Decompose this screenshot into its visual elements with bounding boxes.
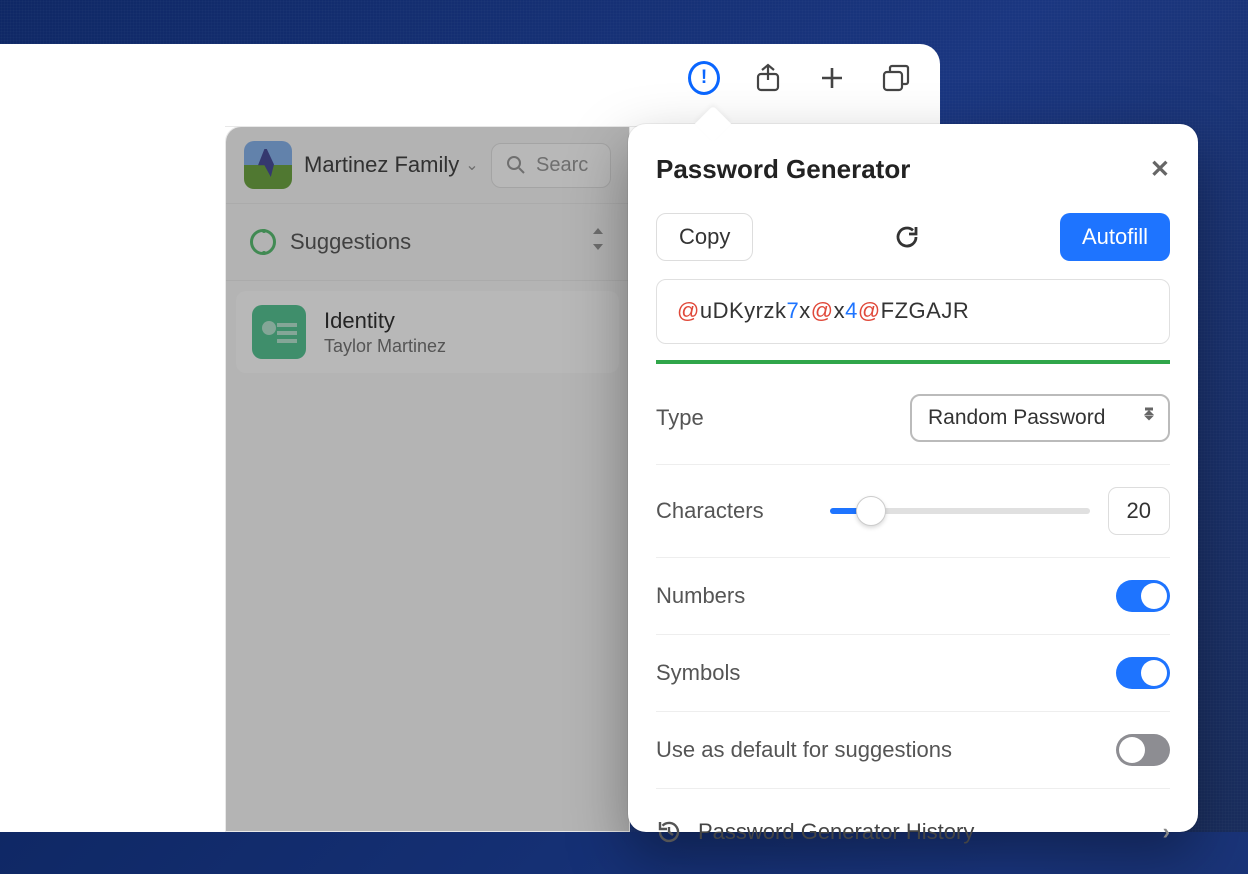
default-toggle[interactable]: [1116, 734, 1170, 766]
characters-label: Characters: [656, 498, 764, 524]
characters-value[interactable]: 20: [1108, 487, 1170, 535]
numbers-label: Numbers: [656, 583, 745, 609]
plus-icon[interactable]: [816, 62, 848, 94]
symbols-toggle[interactable]: [1116, 657, 1170, 689]
regenerate-button[interactable]: [889, 219, 925, 255]
dim-overlay: [226, 127, 629, 831]
extension-1password-icon[interactable]: !: [688, 62, 720, 94]
characters-slider[interactable]: [830, 508, 1090, 514]
history-icon: [656, 819, 682, 845]
slider-thumb[interactable]: [856, 496, 886, 526]
type-value: Random Password: [928, 406, 1105, 429]
password-generator-popup: Password Generator ✕ Copy Autofill @uDKy…: [628, 124, 1198, 832]
strength-bar: [656, 360, 1170, 364]
refresh-icon: [894, 224, 920, 250]
symbols-label: Symbols: [656, 660, 740, 686]
close-button[interactable]: ✕: [1150, 155, 1170, 184]
type-label: Type: [656, 405, 704, 431]
default-label: Use as default for suggestions: [656, 737, 952, 763]
page-panel: [0, 190, 225, 832]
chevron-right-icon: ›: [1163, 819, 1170, 845]
share-icon[interactable]: [752, 62, 784, 94]
generated-password[interactable]: @uDKyrzk7x@x4@FZGAJR: [656, 279, 1170, 344]
history-label: Password Generator History: [698, 819, 974, 845]
tabs-overview-icon[interactable]: [880, 62, 912, 94]
type-select[interactable]: Random Password: [910, 394, 1170, 442]
autofill-button[interactable]: Autofill: [1060, 213, 1170, 261]
autofill-mini-panel: Martinez Family ⌄ Searc Suggestions Iden…: [225, 126, 630, 832]
popup-title: Password Generator: [656, 154, 910, 185]
copy-button[interactable]: Copy: [656, 213, 753, 261]
numbers-toggle[interactable]: [1116, 580, 1170, 612]
